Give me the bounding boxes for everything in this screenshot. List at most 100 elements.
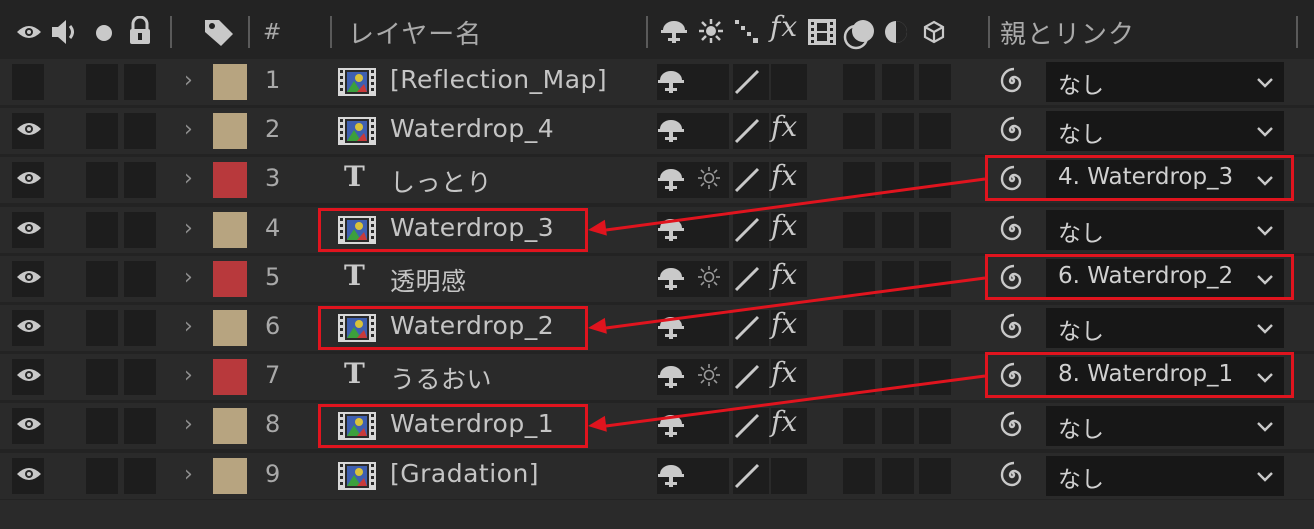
label-tag-icon[interactable] <box>203 16 235 52</box>
fx-icon[interactable]: fx <box>771 356 797 389</box>
eye-icon[interactable] <box>16 367 42 387</box>
switch-cell[interactable] <box>843 64 875 100</box>
quality-slash-icon[interactable] <box>733 18 761 50</box>
quality-slash-icon[interactable] <box>733 166 761 198</box>
switch-cell[interactable] <box>86 359 118 395</box>
collapse-sun-icon[interactable] <box>697 166 721 194</box>
switch-cell[interactable] <box>86 408 118 444</box>
layer-name[interactable]: [Reflection_Map] <box>390 65 607 94</box>
switch-cell[interactable] <box>86 64 118 100</box>
shy-icon[interactable] <box>657 265 685 297</box>
collapse-sun-icon[interactable] <box>699 19 723 47</box>
solo-dot-icon[interactable] <box>95 24 113 46</box>
switch-cell[interactable] <box>86 261 118 297</box>
pickwhip-icon[interactable] <box>997 115 1027 149</box>
pickwhip-icon[interactable] <box>997 410 1027 444</box>
label-color-swatch[interactable] <box>213 64 247 100</box>
layer-name[interactable]: [Gradation] <box>390 459 539 488</box>
chevron-right-icon[interactable]: › <box>184 363 193 388</box>
switch-cell[interactable] <box>882 162 914 198</box>
label-color-swatch[interactable] <box>213 162 247 198</box>
layer-name[interactable]: 透明感 <box>390 262 467 298</box>
switch-cell[interactable] <box>919 408 951 444</box>
shy-icon[interactable] <box>657 166 685 198</box>
parent-dropdown[interactable]: なし <box>1046 62 1284 102</box>
label-color-swatch[interactable] <box>213 212 247 248</box>
switch-cell[interactable] <box>124 64 156 100</box>
pickwhip-icon[interactable] <box>997 214 1027 248</box>
switch-cell[interactable] <box>86 162 118 198</box>
switch-cell[interactable] <box>843 162 875 198</box>
switch-cell[interactable] <box>86 310 118 346</box>
parent-link-column-label[interactable]: 親とリンク <box>1000 14 1135 51</box>
eye-icon[interactable] <box>16 269 42 289</box>
switch-cell[interactable] <box>771 64 807 100</box>
label-color-swatch[interactable] <box>213 113 247 149</box>
pickwhip-icon[interactable] <box>997 66 1027 100</box>
eye-icon[interactable] <box>16 466 42 486</box>
fx-icon[interactable]: fx <box>771 159 797 192</box>
layer-name[interactable]: しっとり <box>390 163 492 199</box>
pickwhip-icon[interactable] <box>997 460 1027 494</box>
switch-cell[interactable] <box>919 64 951 100</box>
eye-icon[interactable] <box>16 220 42 240</box>
switch-cell[interactable] <box>124 261 156 297</box>
quality-slash-icon[interactable] <box>733 68 761 100</box>
switch-cell[interactable] <box>697 310 729 346</box>
parent-dropdown[interactable]: なし <box>1046 308 1284 348</box>
chevron-right-icon[interactable]: › <box>184 216 193 241</box>
switch-cell[interactable] <box>697 113 729 149</box>
switch-cell[interactable] <box>843 212 875 248</box>
chevron-right-icon[interactable]: › <box>184 462 193 487</box>
switch-cell[interactable] <box>919 162 951 198</box>
quality-slash-icon[interactable] <box>733 314 761 346</box>
switch-cell[interactable] <box>882 64 914 100</box>
adjustment-icon[interactable] <box>883 19 909 49</box>
fx-icon[interactable]: fx <box>770 10 798 43</box>
shy-icon[interactable] <box>657 462 685 494</box>
switch-cell[interactable] <box>86 113 118 149</box>
shy-icon[interactable] <box>660 18 688 50</box>
3d-cube-icon[interactable] <box>922 20 946 48</box>
quality-slash-icon[interactable] <box>733 265 761 297</box>
switch-cell[interactable] <box>843 310 875 346</box>
switch-cell[interactable] <box>124 458 156 494</box>
shy-icon[interactable] <box>657 68 685 100</box>
fx-icon[interactable]: fx <box>771 110 797 143</box>
chevron-right-icon[interactable]: › <box>184 412 193 437</box>
switch-cell[interactable] <box>882 359 914 395</box>
switch-cell[interactable] <box>919 212 951 248</box>
quality-slash-icon[interactable] <box>733 363 761 395</box>
switch-cell[interactable] <box>843 359 875 395</box>
fx-icon[interactable]: fx <box>771 209 797 242</box>
label-color-swatch[interactable] <box>213 408 247 444</box>
switch-cell[interactable] <box>919 310 951 346</box>
layer-row[interactable]: › 9 [Gradation] なし <box>0 453 1314 499</box>
shy-icon[interactable] <box>657 216 685 248</box>
layer-name[interactable]: Waterdrop_4 <box>390 114 554 143</box>
parent-dropdown[interactable]: なし <box>1046 210 1284 250</box>
switch-cell[interactable] <box>843 113 875 149</box>
switch-cell[interactable] <box>771 458 807 494</box>
parent-dropdown[interactable]: なし <box>1046 406 1284 446</box>
layer-row[interactable]: › 2 Waterdrop_4 fx なし <box>0 108 1314 154</box>
layer-name-column-label[interactable]: レイヤー名 <box>348 14 482 51</box>
quality-slash-icon[interactable] <box>733 412 761 444</box>
layer-row[interactable]: › 6 Waterdrop_2 fx なし <box>0 305 1314 351</box>
motion-blur-icon[interactable] <box>843 16 879 54</box>
fx-icon[interactable]: fx <box>771 405 797 438</box>
switch-cell[interactable] <box>919 359 951 395</box>
switch-cell[interactable] <box>843 261 875 297</box>
switch-cell[interactable] <box>882 212 914 248</box>
eye-icon[interactable] <box>16 416 42 436</box>
frame-blend-icon[interactable] <box>807 18 837 50</box>
eye-icon[interactable] <box>16 121 42 141</box>
switch-cell[interactable] <box>124 162 156 198</box>
switch-cell[interactable] <box>124 212 156 248</box>
shy-icon[interactable] <box>657 412 685 444</box>
switch-cell[interactable] <box>882 113 914 149</box>
switch-cell[interactable] <box>882 310 914 346</box>
quality-slash-icon[interactable] <box>733 216 761 248</box>
switch-cell[interactable] <box>882 408 914 444</box>
switch-cell[interactable] <box>919 113 951 149</box>
